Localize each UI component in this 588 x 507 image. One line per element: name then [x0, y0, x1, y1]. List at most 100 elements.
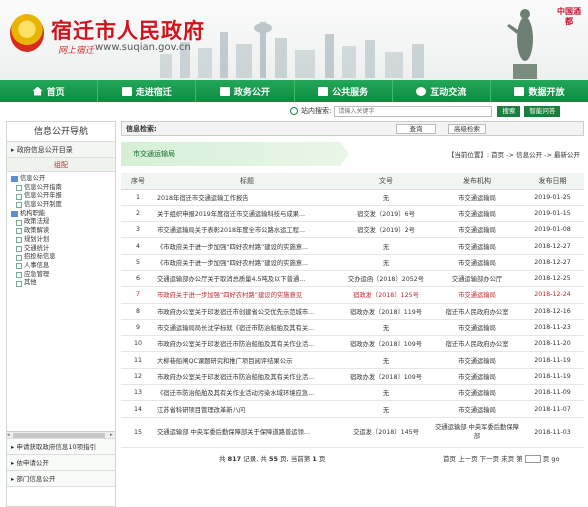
tree-item[interactable]: 信息公开: [11, 175, 115, 184]
tree-item[interactable]: 政策法规: [11, 218, 115, 227]
cell-title[interactable]: 市政府办公室关于印发宿迁市创建省公交优先示范城市...: [155, 303, 339, 320]
tree-item[interactable]: 其他: [11, 279, 115, 288]
cell-title[interactable]: 市政府关于进一步加强“四好农村路”建设的实施意见: [155, 286, 339, 304]
tree-item[interactable]: 政策解读: [11, 227, 115, 236]
nav-about[interactable]: 走进宿迁: [98, 80, 197, 102]
cell-index: 6: [121, 270, 155, 288]
document-icon: [318, 86, 329, 96]
table-row[interactable]: 13 《宿迁市防治船舶及其有关作业活动污染水域环境应急... 无市交通运输局 2018…: [121, 384, 584, 402]
nav-open-data[interactable]: 数据开放: [491, 80, 588, 102]
table-row[interactable]: 1 2018年宿迁市交通运输工作报告无市交通运输局 2019-01-25: [121, 189, 584, 206]
pager-go[interactable]: 页 go: [543, 455, 560, 463]
cell-doc-no: 无: [339, 319, 433, 337]
scroll-right-icon[interactable]: ▸: [110, 433, 115, 438]
cell-title[interactable]: 江苏省科研项目管理改革新八问: [155, 400, 339, 418]
table-row[interactable]: 5 《市政府关于进一步加强“四好农村路”建设的实施意... 无市交通运输局 2018-…: [121, 254, 584, 271]
cell-title[interactable]: 市交通运输局局长沈学标就《宿迁市防治船舶及其有关...: [155, 319, 339, 337]
site-search: 站内搜索: 搜索 智能问答: [290, 104, 561, 118]
cell-doc-no: 无: [339, 254, 433, 271]
cell-title[interactable]: 2018年宿迁市交通运输工作报告: [155, 189, 339, 206]
table-row[interactable]: 6 交通运输部办公厅关于取消总质量4.5吨及以下普通... 交办运函〔2018〕20…: [121, 270, 584, 288]
tree-item[interactable]: 人事信息: [11, 262, 115, 271]
sidebar-link-apply[interactable]: ▸ 依申请公开: [7, 455, 115, 471]
table-row[interactable]: 11 大柳巷船闸QC课题研究和推广项目阅评结果公示无市交通运输局 2018-11-1…: [121, 351, 584, 369]
cell-title[interactable]: 《宿迁市防治船舶及其有关作业活动污染水域环境应急...: [155, 384, 339, 402]
horizontal-scrollbar[interactable]: ◂ ▸: [7, 431, 115, 438]
statue-icon: [507, 9, 537, 79]
cell-title[interactable]: 交通运输部办公厅关于取消总质量4.5吨及以下普通...: [155, 270, 339, 288]
cell-title[interactable]: 《市政府关于进一步加强“四好农村路”建设的实施意...: [155, 237, 339, 255]
nav-label: 政务公开: [233, 87, 270, 98]
breadcrumb[interactable]: 【当前位置】: 首页 -> 信息公开 -> 最新公开: [448, 149, 580, 159]
tree-item-label: 政策法规: [24, 218, 50, 226]
cell-date: 2018-11-23: [521, 319, 584, 337]
cell-publisher: 市交通运输局: [433, 286, 521, 304]
cell-date: 2018-11-19: [521, 368, 584, 386]
nav-interaction[interactable]: 互动交流: [393, 80, 491, 102]
sidebar-catalog-header[interactable]: ▸ 政府信息公开目录: [7, 142, 115, 158]
cell-index: 10: [121, 335, 155, 353]
table-row[interactable]: 9 市交通运输局局长沈学标就《宿迁市防治船舶及其有关... 无市交通运输局 2018-…: [121, 319, 584, 337]
scroll-left-icon[interactable]: ◂: [7, 433, 12, 438]
cell-index: 4: [121, 237, 155, 255]
table-row[interactable]: 4 《市政府关于进一步加强“四好农村路”建设的实施意... 无市交通运输局 2018-…: [121, 237, 584, 255]
tree-item-label: 政策解读: [24, 227, 50, 235]
search-label: 站内搜索:: [301, 107, 332, 115]
pager-pages: 55: [268, 454, 278, 463]
sidebar-sub-tab[interactable]: 组配: [7, 158, 115, 172]
table-row[interactable]: 12 市政府办公室关于印发宿迁市防治船舶及其有关作业活... 宿政办发〔2018〕1…: [121, 368, 584, 386]
scroll-thumb[interactable]: [13, 433, 105, 438]
pager-text: 共: [219, 454, 226, 463]
cell-title[interactable]: 市政府办公室关于印发宿迁市防治船舶及其有关作业活...: [155, 368, 339, 386]
tree-item[interactable]: 信息公开年报: [11, 192, 115, 201]
query-button[interactable]: 查询: [396, 123, 436, 134]
page-icon: [16, 228, 22, 235]
search-input[interactable]: [334, 105, 493, 117]
tree-item[interactable]: 招投标信息: [11, 253, 115, 262]
cell-date: 2018-11-19: [521, 351, 584, 369]
cell-date: 2018-11-20: [521, 335, 584, 353]
tree-item-label: 规划计划: [24, 235, 50, 243]
search-button[interactable]: 搜索: [497, 105, 521, 117]
page-number-input[interactable]: [524, 454, 541, 463]
nav-public-service[interactable]: 公共服务: [295, 80, 393, 102]
pager-total: 817: [227, 454, 242, 463]
table-header-row: 序号 标题 文号 发布机构 发布日期: [121, 173, 584, 190]
table-row[interactable]: 8 市政府办公室关于印发宿迁市创建省公交优先示范城市... 宿政办发〔2018〕11…: [121, 303, 584, 320]
cell-title[interactable]: 大柳巷船闸QC课题研究和推广项目阅评结果公示: [155, 351, 339, 369]
page-icon: [16, 254, 22, 261]
cell-date: 2018-12-25: [521, 270, 584, 288]
cell-doc-no: 无: [339, 400, 433, 418]
sidebar-link-guide[interactable]: ▸ 申请获取政府信息10项指引: [7, 439, 115, 455]
page-icon: [16, 280, 22, 287]
page-icon: [16, 185, 22, 192]
table-row[interactable]: 3 市交通运输局关于表彰2018年度全市公路水运工程... 宿交发〔2019〕2号市…: [121, 221, 584, 239]
pager-nav-links[interactable]: 首页 上一页 下一页 末页 第: [443, 455, 523, 463]
cell-doc-no: 宿政办发〔2018〕109号: [339, 368, 433, 386]
pager-links[interactable]: 首页 上一页 下一页 末页 第 页 go: [443, 453, 559, 463]
tree-item-label: 交通统计: [24, 244, 50, 252]
cell-publisher: 市交通运输局: [433, 205, 521, 223]
smart-qa-button[interactable]: 智能问答: [524, 105, 561, 117]
advanced-search-button[interactable]: 高级检索: [448, 123, 486, 134]
tree-item[interactable]: 应急管理: [11, 271, 115, 280]
tree-item[interactable]: 规划计划: [11, 236, 115, 245]
cell-title[interactable]: 市政府办公室关于印发宿迁市防治船舶及其有关作业活...: [155, 335, 339, 353]
sidebar-link-dept[interactable]: ▸ 部门信息公开: [7, 471, 115, 487]
table-row[interactable]: 14 江苏省科研项目管理改革新八问无市交通运输局 2018-11-07: [121, 400, 584, 418]
nav-gov-affairs[interactable]: 政务公开: [196, 80, 295, 102]
table-row[interactable]: 10 市政府办公室关于印发宿迁市防治船舶及其有关作业活... 宿政办发〔2018〕1…: [121, 335, 584, 353]
tree-item[interactable]: 信息公开制度: [11, 201, 115, 210]
tree-item[interactable]: 交通统计: [11, 245, 115, 254]
cell-title[interactable]: 交通运输部 中央军委后勤保障部关于保障道路普运领...: [155, 417, 339, 448]
cell-title[interactable]: 《市政府关于进一步加强“四好农村路”建设的实施意...: [155, 254, 339, 271]
cell-title[interactable]: 市交通运输局关于表彰2018年度全市公路水运工程...: [155, 221, 339, 239]
table-row[interactable]: 2 关于组织申报2019年度宿迁市交通运输科技与成果... 宿交发〔2019〕6号市…: [121, 205, 584, 223]
page-icon: [16, 202, 22, 209]
cell-index: 2: [121, 205, 155, 223]
cell-title[interactable]: 关于组织申报2019年度宿迁市交通运输科技与成果...: [155, 205, 339, 223]
nav-home[interactable]: 首页: [0, 80, 99, 102]
table-row[interactable]: 15 交通运输部 中央军委后勤保障部关于保障道路普运领... 交运发〔2018〕14…: [121, 417, 584, 448]
table-row[interactable]: 7 市政府关于进一步加强“四好农村路”建设的实施意见 宿政发〔2018〕125号 市交…: [121, 286, 584, 304]
site-title[interactable]: 宿迁市人民政府: [51, 15, 205, 45]
